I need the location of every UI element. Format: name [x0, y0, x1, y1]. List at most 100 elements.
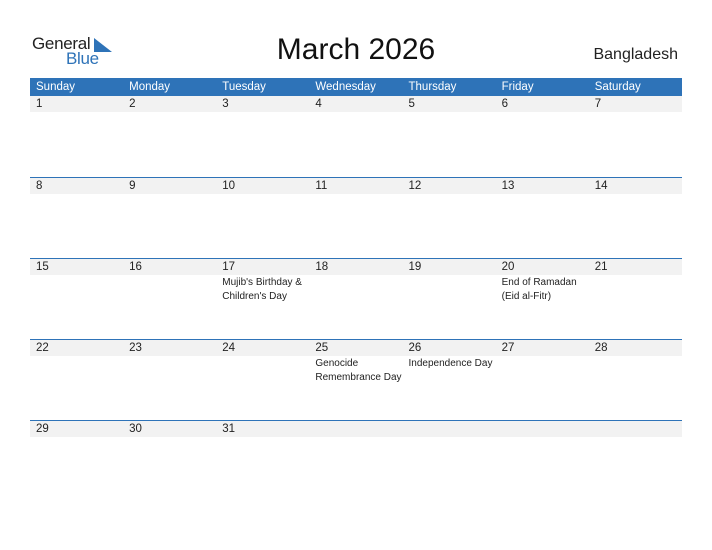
day-cell: 27 — [496, 340, 589, 356]
date-strip: 1 2 3 4 5 6 7 — [30, 96, 682, 112]
day-cell: 13 — [496, 178, 589, 194]
day-cell: 25 — [309, 340, 402, 356]
date-strip: 22 23 24 25 26 27 28 — [30, 340, 682, 356]
day-number: 1 — [36, 98, 43, 110]
day-number — [309, 421, 402, 437]
holiday-event — [589, 356, 682, 384]
day-cell: 14 — [589, 178, 682, 194]
day-number — [403, 421, 496, 437]
date-strip: 15 16 17 18 19 20 21 — [30, 259, 682, 275]
day-cell — [496, 421, 589, 437]
day-number: 3 — [222, 98, 229, 110]
holiday-event — [403, 437, 496, 438]
day-number: 26 — [408, 342, 422, 354]
day-cell: 19 — [403, 259, 496, 275]
holiday-event — [216, 437, 309, 438]
holiday-event: Mujib's Birthday & Children's Day — [222, 277, 302, 302]
day-number: 16 — [129, 261, 142, 273]
day-cell: 10 — [216, 178, 309, 194]
day-number: 24 — [222, 342, 236, 354]
weekday-thursday: Thursday — [408, 81, 457, 93]
day-number: 5 — [408, 98, 415, 110]
week-row: 8 9 10 11 12 13 14 — [30, 177, 682, 258]
day-cell: 20 — [496, 259, 589, 275]
holiday-event: Genocide Remembrance Day — [315, 358, 402, 383]
holiday-event — [123, 194, 216, 195]
day-number: 15 — [36, 261, 49, 273]
weekday-friday: Friday — [501, 81, 534, 93]
day-cell: 28 — [589, 340, 682, 356]
day-number: 17 — [222, 261, 236, 273]
day-number: 27 — [501, 342, 515, 354]
day-number: 2 — [129, 98, 136, 110]
day-cell: 9 — [123, 178, 216, 194]
day-cell: 18 — [309, 259, 402, 275]
day-number: 20 — [501, 261, 515, 273]
day-number: 4 — [315, 98, 322, 110]
day-cell: 24 — [216, 340, 309, 356]
day-number: 7 — [594, 98, 602, 110]
holiday-event — [123, 356, 216, 384]
holiday-event — [30, 194, 123, 195]
holiday-event — [123, 112, 216, 113]
day-cell: 23 — [123, 340, 216, 356]
weekday-tuesday: Tuesday — [222, 81, 266, 93]
holiday-event — [589, 112, 682, 113]
day-number: 8 — [36, 180, 43, 192]
day-cell: 5 — [403, 96, 496, 112]
weeks-container: 1 2 3 4 5 6 7 8 9 10 11 12 13 14 15 16 17 18 19 20 21 Mujib's… — [30, 96, 682, 501]
events-row — [30, 437, 682, 438]
holiday-event — [309, 112, 402, 113]
week-row: 22 23 24 25 26 27 28 Genocide Remembrance Day In… — [30, 339, 682, 420]
day-cell: 31 — [216, 421, 309, 437]
day-cell: 7 — [589, 96, 682, 112]
day-cell — [309, 421, 402, 437]
day-cell: 6 — [496, 96, 589, 112]
country-label: Bangladesh — [593, 46, 678, 63]
weekday-monday: Monday — [129, 81, 171, 93]
holiday-event — [403, 194, 496, 195]
day-cell: 22 — [30, 340, 123, 356]
holiday-event — [123, 275, 216, 303]
holiday-event — [30, 437, 123, 438]
day-number: 18 — [315, 261, 329, 273]
day-number: 25 — [315, 342, 329, 354]
day-cell: 15 — [30, 259, 123, 275]
week-row: 1 2 3 4 5 6 7 — [30, 96, 682, 177]
day-number: 23 — [129, 342, 142, 354]
holiday-event — [216, 356, 309, 384]
holiday-event: Independence Day — [408, 358, 493, 369]
week-row: 15 16 17 18 19 20 21 Mujib's Birthday & Childre… — [30, 258, 682, 339]
holiday-event — [496, 112, 589, 113]
holiday-event — [403, 275, 496, 303]
events-row — [30, 194, 682, 195]
weekday-header: Sunday Monday Tuesday Wednesday Thursday… — [30, 78, 682, 96]
day-number: 9 — [129, 180, 136, 192]
day-number: 14 — [594, 180, 608, 192]
day-number: 30 — [129, 423, 142, 435]
holiday-event — [589, 194, 682, 195]
day-number — [589, 421, 682, 437]
day-cell — [403, 421, 496, 437]
day-number: 29 — [36, 423, 49, 435]
day-number: 10 — [222, 180, 236, 192]
holiday-event — [123, 437, 216, 438]
holiday-event — [30, 275, 123, 303]
day-number: 19 — [408, 261, 422, 273]
events-row: Mujib's Birthday & Children's Day End of … — [30, 275, 682, 303]
day-number — [496, 421, 589, 437]
holiday-event — [30, 356, 123, 384]
holiday-event — [309, 194, 402, 195]
day-cell: 21 — [589, 259, 682, 275]
day-number: 21 — [594, 261, 608, 273]
holiday-event — [309, 437, 402, 438]
day-cell: 11 — [309, 178, 402, 194]
day-cell: 12 — [403, 178, 496, 194]
weekday-sunday: Sunday — [36, 81, 76, 93]
holiday-event — [216, 194, 309, 195]
day-number: 28 — [594, 342, 608, 354]
weekday-wednesday: Wednesday — [315, 81, 376, 93]
week-row: 29 30 31 — [30, 420, 682, 501]
holiday-event — [496, 194, 589, 195]
day-number: 22 — [36, 342, 49, 354]
